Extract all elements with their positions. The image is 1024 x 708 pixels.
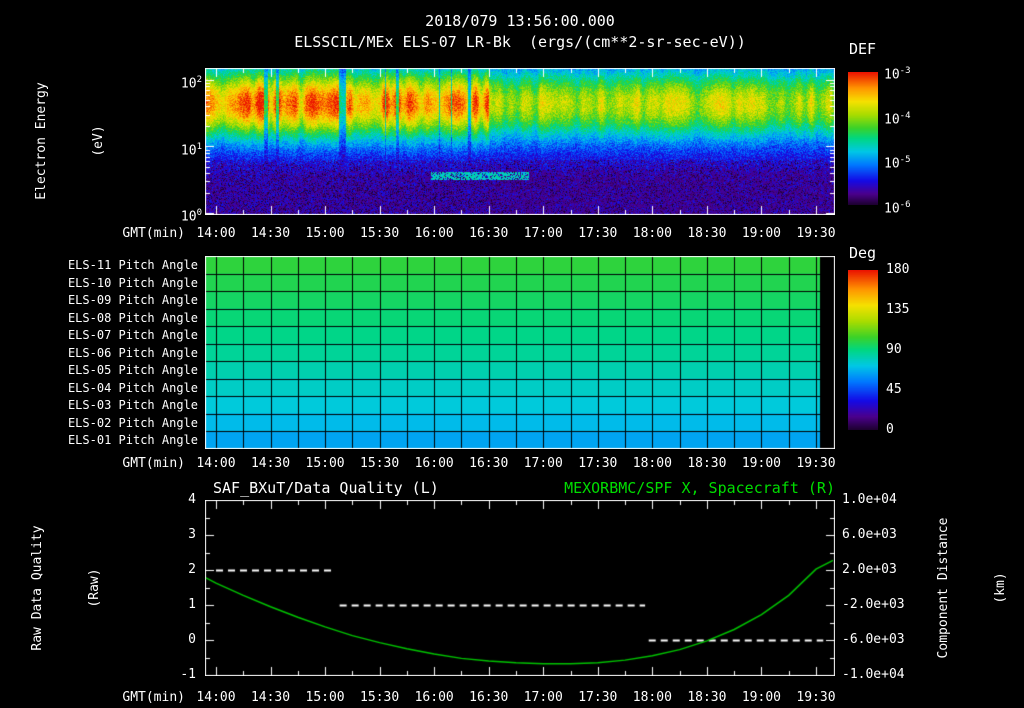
x-tick-label-qual-7: 17:30	[578, 690, 618, 705]
quality-axis-label-line2: (Raw)	[87, 568, 102, 608]
def-colorbar	[848, 72, 878, 205]
deg-colorbar-tick-2: 90	[886, 342, 902, 357]
pitch-row-label-0: ELS-11 Pitch Angle	[67, 258, 198, 272]
x-tick-label-qual-6: 17:00	[523, 690, 563, 705]
pitch-row-label-6: ELS-05 Pitch Angle	[67, 363, 198, 378]
x-tick-label-spec-3: 15:30	[360, 226, 400, 241]
x-tick-label-pitch-9: 18:30	[687, 456, 727, 471]
plot-page: 2018/079 13:56:00.000 ELSSCIL/MEx ELS-07…	[0, 0, 1024, 708]
observation-datetime: 2018/079 13:56:00.000	[425, 12, 615, 30]
x-axis-title-pitch: GMT(min)	[122, 456, 185, 471]
x-tick-label-pitch-6: 17:00	[523, 456, 563, 471]
pitch-row-label-8: ELS-03 Pitch Angle	[67, 398, 198, 413]
distance-y-tick-3: -2.0e+03	[842, 597, 905, 612]
deg-colorbar-tick-0: 180	[886, 262, 910, 277]
quality-series-title: SAF_BXuT/Data Quality (L)	[213, 479, 439, 497]
x-tick-label-qual-4: 16:00	[414, 690, 454, 705]
quality-distance-chart	[205, 500, 835, 676]
x-tick-label-spec-2: 15:00	[305, 226, 345, 241]
pitch-angle-panel	[205, 256, 835, 449]
pitch-row-label-3: ELS-08 Pitch Angle	[67, 310, 198, 325]
plot-title: ELSSCIL/MEx ELS-07 LR-Bk (ergs/(cm**2-sr…	[294, 33, 746, 51]
distance-y-tick-0: 1.0e+04	[842, 492, 897, 507]
x-tick-label-pitch-5: 16:30	[469, 456, 509, 471]
quality-y-tick-0: 4	[188, 492, 196, 507]
spacecraft-series-title: MEXORBMC/SPF X, Spacecraft (R)	[564, 479, 835, 497]
energy-y-tick-2: 100	[180, 208, 202, 225]
def-colorbar-tick-0: 10-3	[884, 66, 911, 83]
energy-y-tick-0: 102	[180, 75, 202, 92]
x-tick-label-qual-8: 18:00	[632, 690, 672, 705]
deg-colorbar	[848, 270, 878, 430]
x-tick-label-qual-1: 14:30	[250, 690, 291, 705]
distance-y-tick-4: -6.0e+03	[842, 632, 905, 647]
distance-axis-label-line2: (km)	[993, 572, 1008, 604]
x-axis-title-qual: GMT(min)	[122, 690, 185, 705]
deg-colorbar-tick-3: 45	[886, 382, 902, 397]
pitch-row-label-2: ELS-09 Pitch Angle	[67, 293, 198, 308]
quality-y-tick-2: 2	[188, 562, 196, 577]
energy-spectrogram	[205, 68, 835, 215]
quality-y-tick-4: 0	[188, 632, 196, 647]
x-tick-label-pitch-2: 15:00	[305, 456, 345, 471]
x-tick-label-qual-0: 14:00	[196, 690, 236, 705]
x-tick-label-spec-5: 16:30	[469, 226, 509, 241]
deg-colorbar-tick-1: 135	[886, 302, 910, 317]
x-tick-label-pitch-0: 14:00	[196, 456, 236, 471]
distance-y-tick-1: 6.0e+03	[842, 527, 897, 542]
def-colorbar-tick-3: 10-6	[884, 200, 911, 217]
energy-axis-label-line1: Electron Energy	[34, 82, 49, 200]
x-tick-label-pitch-7: 17:30	[578, 456, 618, 471]
distance-axis-label-line1: Component Distance	[936, 517, 951, 659]
def-colorbar-tick-1: 10-4	[884, 111, 911, 128]
x-tick-label-spec-6: 17:00	[523, 226, 563, 241]
distance-y-tick-5: -1.0e+04	[842, 667, 905, 682]
distance-y-tick-2: 2.0e+03	[842, 562, 897, 577]
energy-axis-label: Electron Energy (eV)	[0, 82, 146, 199]
quality-y-tick-3: 1	[188, 597, 196, 612]
pitch-row-label-7: ELS-04 Pitch Angle	[67, 380, 198, 395]
pitch-row-label-9: ELS-02 Pitch Angle	[67, 415, 198, 430]
x-tick-label-spec-9: 18:30	[687, 226, 727, 241]
x-tick-label-spec-8: 18:00	[632, 226, 672, 241]
x-tick-label-spec-10: 19:00	[741, 226, 781, 241]
quality-y-tick-1: 3	[188, 527, 196, 542]
x-tick-label-qual-10: 19:00	[741, 690, 781, 705]
energy-axis-label-line2: (eV)	[91, 125, 106, 157]
pitch-row-label-5: ELS-06 Pitch Angle	[67, 345, 198, 360]
x-tick-label-qual-9: 18:30	[687, 690, 727, 705]
x-tick-label-spec-0: 14:00	[196, 226, 236, 241]
x-tick-label-pitch-11: 19:30	[796, 456, 836, 471]
x-tick-label-pitch-8: 18:00	[632, 456, 672, 471]
x-tick-label-qual-11: 19:30	[796, 690, 836, 705]
x-tick-label-spec-7: 17:30	[578, 226, 618, 241]
x-tick-label-pitch-1: 14:30	[250, 456, 291, 471]
x-tick-label-qual-3: 15:30	[360, 690, 400, 705]
energy-y-tick-1: 101	[180, 142, 202, 159]
x-tick-label-pitch-10: 19:00	[741, 456, 781, 471]
def-colorbar-tick-2: 10-5	[884, 155, 911, 172]
deg-colorbar-title: Deg	[849, 244, 877, 262]
def-colorbar-title: DEF	[849, 40, 877, 58]
pitch-row-label-10: ELS-01 Pitch Angle	[67, 433, 198, 448]
pitch-row-label-4: ELS-07 Pitch Angle	[67, 328, 198, 343]
x-tick-label-spec-11: 19:30	[796, 226, 836, 241]
x-axis-title-spec: GMT(min)	[122, 226, 185, 241]
deg-colorbar-tick-4: 0	[886, 422, 894, 437]
quality-axis-label-line1: Raw Data Quality	[30, 525, 45, 651]
quality-y-tick-5: -1	[180, 667, 196, 682]
x-tick-label-qual-5: 16:30	[469, 690, 509, 705]
x-tick-label-spec-1: 14:30	[250, 226, 291, 241]
x-tick-label-spec-4: 16:00	[414, 226, 454, 241]
pitch-row-label-1: ELS-10 Pitch Angle	[67, 275, 198, 290]
x-tick-label-pitch-4: 16:00	[414, 456, 454, 471]
x-tick-label-qual-2: 15:00	[305, 690, 345, 705]
quality-axis-label: Raw Data Quality (Raw)	[0, 525, 142, 650]
x-tick-label-pitch-3: 15:30	[360, 456, 400, 471]
